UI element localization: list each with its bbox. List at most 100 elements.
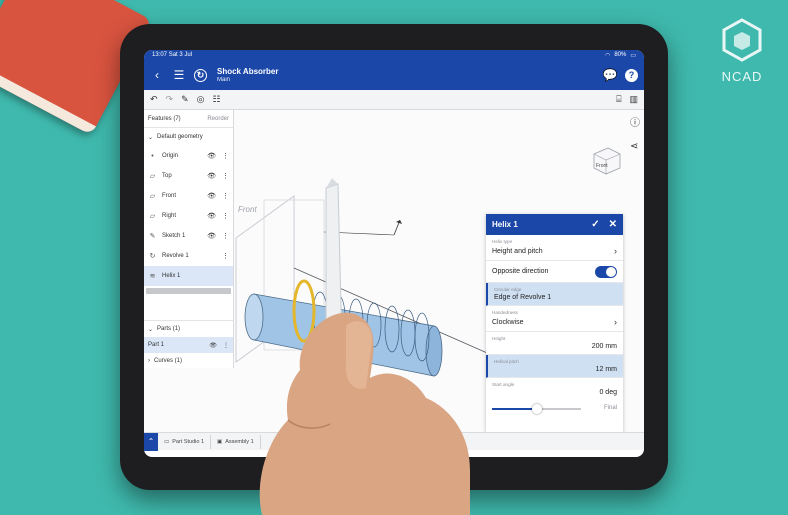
chevron-right-icon[interactable]: › xyxy=(148,358,150,364)
more-icon[interactable]: ⋮ xyxy=(222,232,229,240)
share-icon[interactable]: ⋖ xyxy=(630,141,640,152)
curves-group[interactable]: › Curves (1) xyxy=(144,353,233,369)
chevron-down-icon[interactable]: ⌄ xyxy=(148,326,153,333)
version-history-icon[interactable]: ↻ xyxy=(194,68,207,82)
feature-front[interactable]: ▱ Front 👁 ⋮ xyxy=(144,186,233,206)
revolve-icon: ↻ xyxy=(149,253,156,260)
more-icon[interactable]: ⋮ xyxy=(222,152,229,160)
helix-dialog-header: Helix 1 ✓ ✕ xyxy=(486,214,623,235)
more-icon[interactable]: ⋮ xyxy=(223,342,229,349)
sketch-tool-icon[interactable]: ✎ xyxy=(181,94,189,105)
help-icon[interactable]: ? xyxy=(625,68,638,82)
helix-end-slider[interactable]: Final xyxy=(492,400,617,418)
status-time: 13:07 xyxy=(152,52,168,58)
display-mode-icon[interactable]: ⌸ xyxy=(616,94,621,105)
plane-icon: ▱ xyxy=(149,173,156,180)
chevron-right-icon: › xyxy=(614,317,617,327)
feature-revolve-1[interactable]: ↻ Revolve 1 ⋮ xyxy=(144,246,233,266)
helix-dialog: Helix 1 ✓ ✕ Helix type Height and pitch … xyxy=(486,214,623,432)
chevron-right-icon: › xyxy=(614,246,617,256)
pitch-label: Helical pitch xyxy=(494,359,519,364)
feature-right[interactable]: ▱ Right 👁 ⋮ xyxy=(144,206,233,226)
tab-assembly-1[interactable]: ▣ Assembly 1 xyxy=(211,434,261,449)
document-title: Shock Absorber Main xyxy=(217,66,279,83)
chevron-down-icon[interactable]: ⌄ xyxy=(148,134,153,141)
pitch-input[interactable]: 12 mm xyxy=(596,366,617,373)
wifi-icon: ◠ xyxy=(605,52,611,59)
start-angle-input[interactable]: 0 deg xyxy=(599,389,617,396)
feature-label: Helix 1 xyxy=(162,273,181,279)
sphere-tool-icon[interactable]: ◎ xyxy=(197,94,205,105)
height-input[interactable]: 200 mm xyxy=(592,343,617,350)
ncad-logo-icon xyxy=(722,18,762,62)
battery-level: 80% xyxy=(614,52,627,58)
plane-icon: ▱ xyxy=(149,193,156,200)
start-angle-field[interactable]: Start angle 0 deg xyxy=(486,378,623,400)
eye-icon[interactable]: 👁 xyxy=(207,172,216,180)
slider-knob[interactable] xyxy=(532,404,542,414)
confirm-check-icon[interactable]: ✓ xyxy=(591,219,599,230)
undo-icon[interactable]: ↶ xyxy=(150,94,158,105)
properties-icon[interactable]: ▥ xyxy=(629,94,638,105)
eye-icon[interactable]: 👁 xyxy=(207,192,216,200)
feature-helix-1[interactable]: ≋ Helix 1 xyxy=(144,266,233,286)
height-label: Height xyxy=(492,336,506,341)
info-icon[interactable]: ⓘ xyxy=(630,114,640,129)
back-icon[interactable]: ‹ xyxy=(150,68,164,82)
default-geometry-group[interactable]: ⌄ Default geometry xyxy=(144,128,233,146)
eye-icon[interactable]: 👁 xyxy=(207,232,216,240)
view-cube[interactable]: Front xyxy=(586,140,626,185)
parts-label: Parts (1) xyxy=(157,326,181,332)
features-title: Features (7) xyxy=(148,115,181,122)
eye-icon[interactable]: 👁 xyxy=(209,342,217,349)
close-icon[interactable]: ✕ xyxy=(609,219,617,230)
ncad-watermark: NCAD xyxy=(718,16,766,90)
circular-edge-value: Edge of Revolve 1 xyxy=(494,294,552,301)
viewport-side-icons: ⓘ ⋖ xyxy=(630,114,640,152)
rollback-bar[interactable] xyxy=(146,288,231,294)
default-geometry-label: Default geometry xyxy=(157,134,203,140)
more-icon[interactable]: ⋮ xyxy=(222,212,229,220)
feature-label: Origin xyxy=(162,153,179,159)
feature-list-icon[interactable]: ☰ xyxy=(172,68,186,82)
app-screen: 13:07 Sat 3 Jul ◠ 80% ▭ ‹ ☰ ↻ Shock Abso… xyxy=(144,50,644,457)
part-item[interactable]: Part 1 👁 ⋮ xyxy=(144,337,233,353)
helix-type-field[interactable]: Helix type Height and pitch › xyxy=(486,235,623,261)
reorder-button[interactable]: Reorder xyxy=(207,116,229,122)
battery-icon: ▭ xyxy=(630,52,636,59)
circular-edge-field[interactable]: Circular edge Edge of Revolve 1 xyxy=(486,283,623,306)
parts-panel: ⌄ Parts (1) Part 1 👁 ⋮ › Curves (1) xyxy=(144,320,234,368)
feature-top[interactable]: ▱ Top 👁 ⋮ xyxy=(144,166,233,186)
tab-part-studio-1[interactable]: ▭ Part Studio 1 xyxy=(158,434,211,449)
comment-icon[interactable]: 💬 xyxy=(603,68,618,82)
chevron-up-icon[interactable]: ⌃ xyxy=(144,432,158,451)
redo-icon[interactable]: ↷ xyxy=(166,94,174,105)
more-icon[interactable]: ⋮ xyxy=(222,172,229,180)
handedness-value: Clockwise xyxy=(492,318,524,326)
opposite-direction-row: Opposite direction xyxy=(486,261,623,283)
status-bar: 13:07 Sat 3 Jul ◠ 80% ▭ xyxy=(144,50,644,60)
features-header: Features (7) Reorder xyxy=(144,110,233,128)
feature-origin[interactable]: • Origin 👁 ⋮ xyxy=(144,146,233,166)
opposite-direction-label: Opposite direction xyxy=(492,268,549,275)
feature-label: Sketch 1 xyxy=(162,233,186,239)
curves-label: Curves (1) xyxy=(154,358,183,364)
feature-label: Front xyxy=(162,193,177,199)
opposite-direction-toggle[interactable] xyxy=(595,265,617,278)
document-name: Shock Absorber xyxy=(217,66,279,76)
assembly-icon: ▣ xyxy=(217,438,223,445)
feature-sketch-1[interactable]: ✎ Sketch 1 👁 ⋮ xyxy=(144,226,233,246)
more-icon[interactable]: ⋮ xyxy=(222,252,229,260)
parts-group[interactable]: ⌄ Parts (1) xyxy=(144,321,233,337)
plane-icon: ▱ xyxy=(149,213,156,220)
height-field[interactable]: Height 200 mm xyxy=(486,332,623,355)
eye-icon[interactable]: 👁 xyxy=(207,212,216,220)
helix-type-value: Height and pitch xyxy=(492,247,543,255)
more-icon[interactable]: ⋮ xyxy=(222,192,229,200)
eye-icon[interactable]: 👁 xyxy=(207,152,216,160)
list-tool-icon[interactable]: ☷ xyxy=(213,94,221,105)
handedness-field[interactable]: Handedness Clockwise › xyxy=(486,306,623,332)
front-plane-label: Front xyxy=(238,205,257,214)
pitch-field[interactable]: Helical pitch 12 mm xyxy=(486,355,623,378)
part-studio-icon: ▭ xyxy=(164,438,170,445)
